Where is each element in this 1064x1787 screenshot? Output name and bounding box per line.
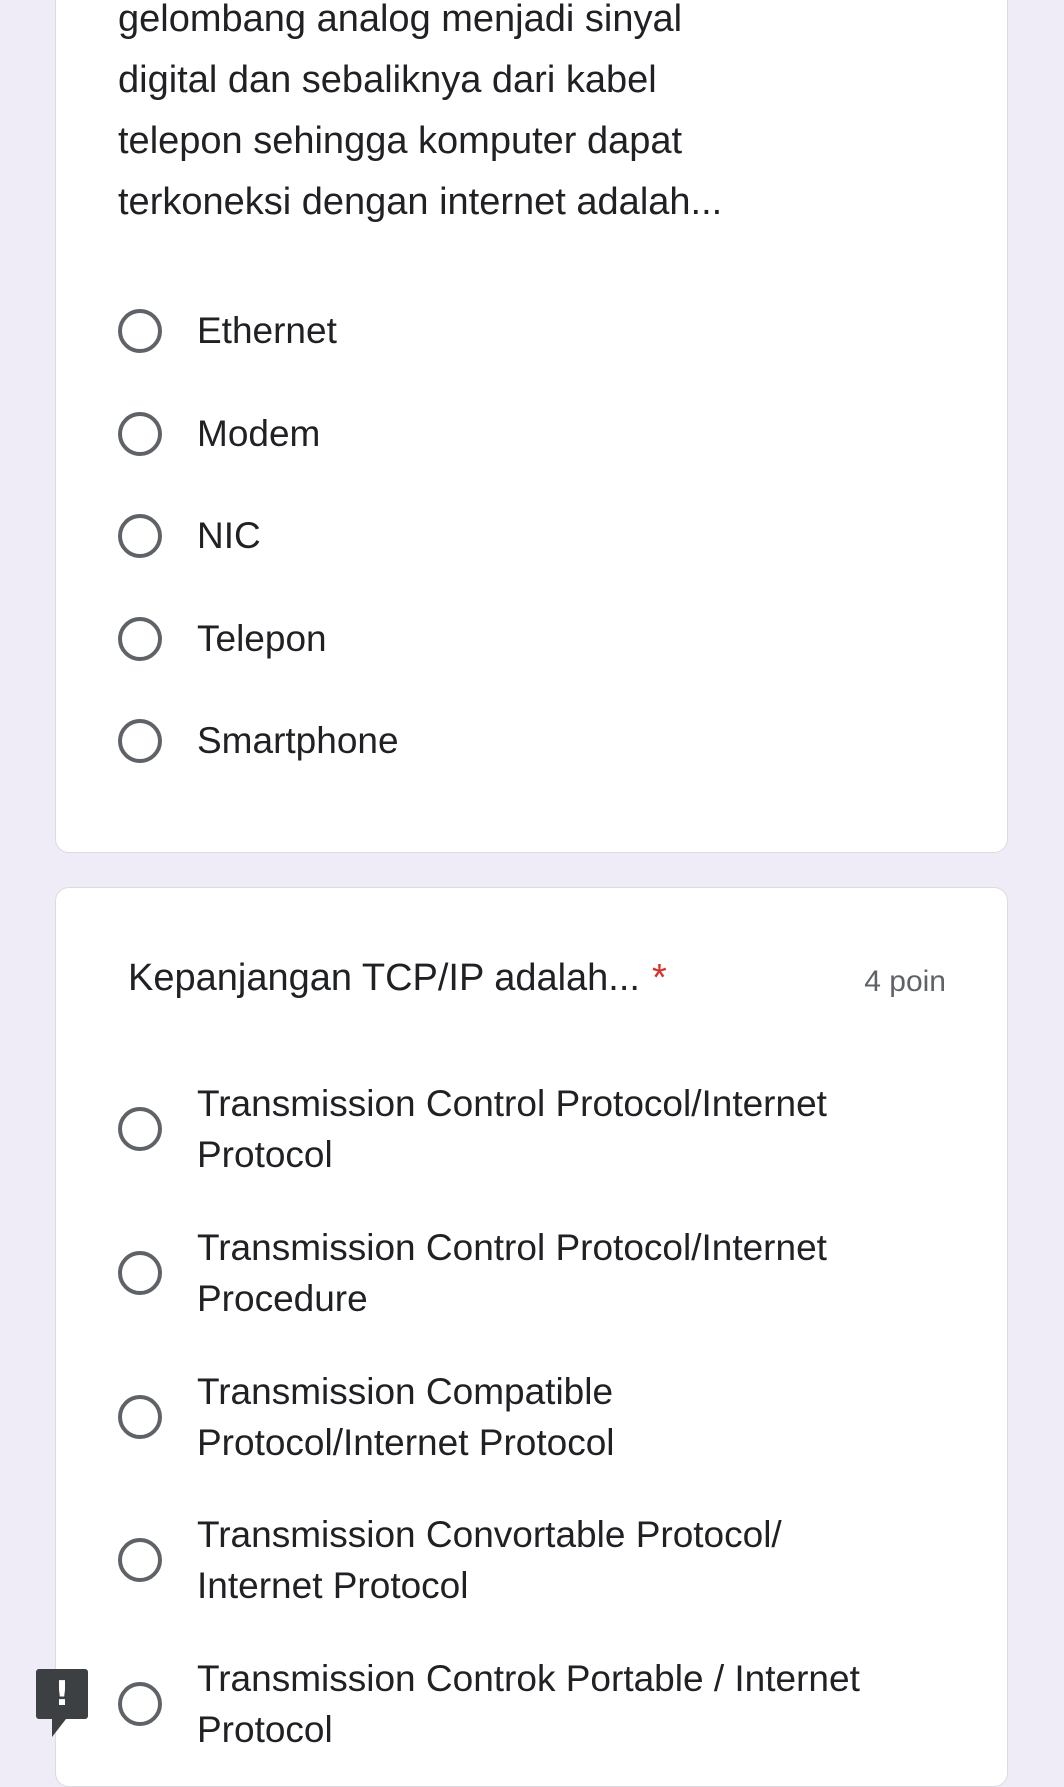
- option-smartphone[interactable]: Smartphone: [118, 715, 399, 766]
- question-text-line: digital dan sebaliknya dari kabel: [118, 59, 657, 101]
- option-label: Transmission Convortable Protocol/ Inter…: [197, 1509, 782, 1611]
- question-2-title: Kepanjangan TCP/IP adalah... *: [128, 953, 667, 1003]
- option-telepon[interactable]: Telepon: [118, 613, 327, 664]
- radio-button-icon[interactable]: [118, 1107, 162, 1151]
- option-tcpip-4[interactable]: Transmission Convortable Protocol/ Inter…: [118, 1509, 782, 1611]
- question-text-line: gelombang analog menjadi sinyal: [118, 0, 683, 40]
- option-label: Transmission Control Protocol/Internet P…: [197, 1222, 827, 1324]
- radio-button-icon[interactable]: [118, 718, 162, 763]
- option-label-line: Protocol: [197, 1134, 333, 1175]
- option-nic[interactable]: NIC: [118, 510, 261, 561]
- required-asterisk: *: [651, 957, 667, 999]
- option-label: Transmission Controk Portable / Internet…: [197, 1653, 860, 1755]
- option-label: Smartphone: [197, 720, 399, 761]
- option-tcpip-3[interactable]: Transmission Compatible Protocol/Interne…: [118, 1366, 615, 1468]
- radio-button-icon[interactable]: [118, 411, 162, 456]
- radio-button-icon[interactable]: [118, 513, 162, 558]
- option-ethernet[interactable]: Ethernet: [118, 305, 337, 356]
- option-label: Modem: [197, 413, 321, 454]
- option-label: Ethernet: [197, 310, 337, 351]
- option-label-line: Transmission Convortable Protocol/: [197, 1514, 782, 1555]
- option-tcpip-5[interactable]: Transmission Controk Portable / Internet…: [118, 1653, 860, 1755]
- feedback-alert-icon[interactable]: !: [36, 1669, 88, 1737]
- radio-button-icon[interactable]: [118, 1682, 162, 1726]
- option-modem[interactable]: Modem: [118, 408, 320, 459]
- option-label: Transmission Control Protocol/Internet P…: [197, 1078, 827, 1180]
- option-label-line: Transmission Controk Portable / Internet: [197, 1658, 860, 1699]
- option-label: Transmission Compatible Protocol/Interne…: [197, 1366, 615, 1468]
- question-text-line: terkoneksi dengan internet adalah...: [118, 181, 723, 223]
- option-label: Telepon: [197, 618, 327, 659]
- radio-button-icon[interactable]: [118, 1395, 162, 1439]
- option-label-line: Internet Protocol: [197, 1565, 469, 1606]
- question-1-text: gelombang analog menjadi sinyal digital …: [118, 0, 722, 233]
- option-label-line: Transmission Compatible: [197, 1371, 614, 1412]
- radio-button-icon[interactable]: [118, 616, 162, 661]
- option-label-line: Protocol: [197, 1709, 333, 1750]
- question-text-line: telepon sehingga komputer dapat: [118, 120, 683, 162]
- option-label-line: Transmission Control Protocol/Internet: [197, 1227, 827, 1268]
- option-label-line: Protocol/Internet Protocol: [197, 1422, 615, 1463]
- points-label: 4 poin: [864, 965, 946, 998]
- radio-button-icon[interactable]: [118, 1538, 162, 1582]
- radio-button-icon[interactable]: [118, 1251, 162, 1295]
- radio-button-icon[interactable]: [118, 308, 162, 353]
- option-label: NIC: [197, 515, 261, 556]
- option-label-line: Procedure: [197, 1278, 368, 1319]
- option-label-line: Transmission Control Protocol/Internet: [197, 1083, 827, 1124]
- option-tcpip-2[interactable]: Transmission Control Protocol/Internet P…: [118, 1222, 827, 1324]
- question-card-2: [55, 887, 1008, 1787]
- question-title-text: Kepanjangan TCP/IP adalah...: [128, 957, 640, 999]
- option-tcpip-1[interactable]: Transmission Control Protocol/Internet P…: [118, 1078, 827, 1180]
